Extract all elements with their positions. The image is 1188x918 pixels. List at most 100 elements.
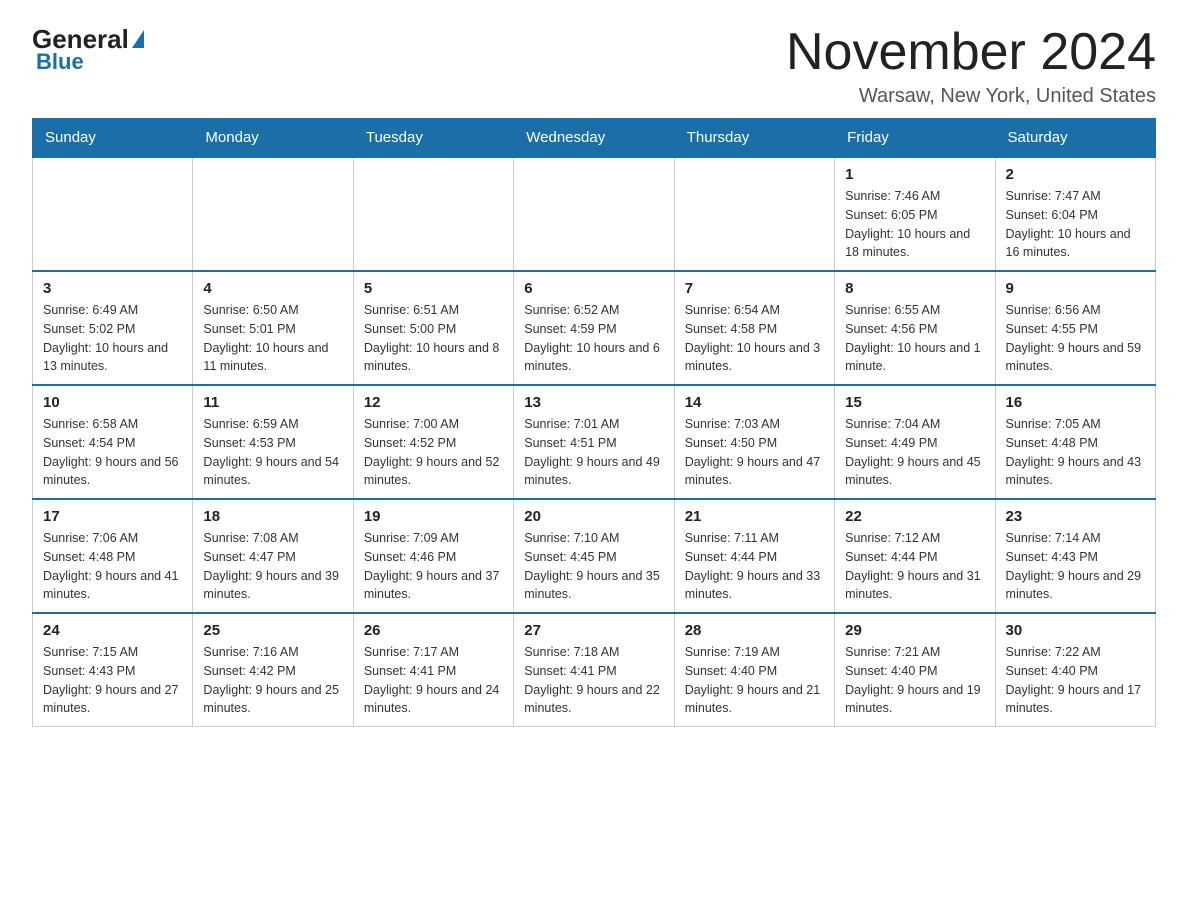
calendar-week-row: 10 Sunrise: 6:58 AMSunset: 4:54 PMDayligh…: [33, 385, 1156, 499]
day-number: 1: [845, 166, 984, 183]
day-number: 27: [524, 622, 663, 639]
day-info: Sunrise: 7:16 AMSunset: 4:42 PMDaylight:…: [203, 643, 342, 718]
day-info: Sunrise: 7:12 AMSunset: 4:44 PMDaylight:…: [845, 529, 984, 604]
day-info: Sunrise: 7:10 AMSunset: 4:45 PMDaylight:…: [524, 529, 663, 604]
day-number: 3: [43, 280, 182, 297]
day-number: 21: [685, 508, 824, 525]
calendar-cell: 7 Sunrise: 6:54 AMSunset: 4:58 PMDaylight…: [674, 271, 834, 385]
day-number: 9: [1006, 280, 1145, 297]
calendar-cell: 25Sunrise: 7:16 AMSunset: 4:42 PMDayligh…: [193, 613, 353, 727]
day-number: 19: [364, 508, 503, 525]
calendar-cell: 6 Sunrise: 6:52 AMSunset: 4:59 PMDaylight…: [514, 271, 674, 385]
day-number: 20: [524, 508, 663, 525]
calendar-cell: 9 Sunrise: 6:56 AMSunset: 4:55 PMDaylight…: [995, 271, 1155, 385]
day-info: Sunrise: 7:22 AMSunset: 4:40 PMDaylight:…: [1006, 643, 1145, 718]
calendar-cell: 15Sunrise: 7:04 AMSunset: 4:49 PMDayligh…: [835, 385, 995, 499]
day-info: Sunrise: 6:56 AMSunset: 4:55 PMDaylight:…: [1006, 301, 1145, 376]
day-number: 4: [203, 280, 342, 297]
month-title: November 2024: [786, 24, 1156, 81]
day-info: Sunrise: 7:03 AMSunset: 4:50 PMDaylight:…: [685, 415, 824, 490]
day-info: Sunrise: 7:06 AMSunset: 4:48 PMDaylight:…: [43, 529, 182, 604]
day-info: Sunrise: 7:47 AMSunset: 6:04 PMDaylight:…: [1006, 187, 1145, 262]
day-number: 2: [1006, 166, 1145, 183]
weekday-header-saturday: Saturday: [995, 119, 1155, 158]
calendar-cell: 11 Sunrise: 6:59 AMSunset: 4:53 PMDayligh…: [193, 385, 353, 499]
day-info: Sunrise: 7:01 AMSunset: 4:51 PMDaylight:…: [524, 415, 663, 490]
weekday-header-tuesday: Tuesday: [353, 119, 513, 158]
location-subtitle: Warsaw, New York, United States: [786, 85, 1156, 108]
calendar-cell: 29 Sunrise: 7:21 AMSunset: 4:40 PMDayligh…: [835, 613, 995, 727]
calendar-cell: 2 Sunrise: 7:47 AMSunset: 6:04 PMDaylight…: [995, 157, 1155, 271]
calendar-cell: 3 Sunrise: 6:49 AMSunset: 5:02 PMDaylight…: [33, 271, 193, 385]
day-info: Sunrise: 7:11 AMSunset: 4:44 PMDaylight:…: [685, 529, 824, 604]
day-info: Sunrise: 6:59 AMSunset: 4:53 PMDaylight:…: [203, 415, 342, 490]
day-number: 17: [43, 508, 182, 525]
weekday-header-friday: Friday: [835, 119, 995, 158]
weekday-header-row: SundayMondayTuesdayWednesdayThursdayFrid…: [33, 119, 1156, 158]
calendar-cell: 16 Sunrise: 7:05 AMSunset: 4:48 PMDayligh…: [995, 385, 1155, 499]
calendar-week-row: 1 Sunrise: 7:46 AMSunset: 6:05 PMDaylight…: [33, 157, 1156, 271]
logo-blue-text: Blue: [32, 49, 84, 75]
calendar-cell: 5 Sunrise: 6:51 AMSunset: 5:00 PMDaylight…: [353, 271, 513, 385]
logo: General Blue: [32, 24, 144, 75]
day-info: Sunrise: 7:14 AMSunset: 4:43 PMDaylight:…: [1006, 529, 1145, 604]
calendar-cell: [33, 157, 193, 271]
calendar-cell: 13 Sunrise: 7:01 AMSunset: 4:51 PMDayligh…: [514, 385, 674, 499]
day-info: Sunrise: 7:08 AMSunset: 4:47 PMDaylight:…: [203, 529, 342, 604]
day-number: 6: [524, 280, 663, 297]
calendar-cell: 26Sunrise: 7:17 AMSunset: 4:41 PMDayligh…: [353, 613, 513, 727]
calendar-cell: [674, 157, 834, 271]
day-info: Sunrise: 6:49 AMSunset: 5:02 PMDaylight:…: [43, 301, 182, 376]
calendar-week-row: 24 Sunrise: 7:15 AMSunset: 4:43 PMDayligh…: [33, 613, 1156, 727]
day-info: Sunrise: 7:18 AMSunset: 4:41 PMDaylight:…: [524, 643, 663, 718]
day-info: Sunrise: 6:54 AMSunset: 4:58 PMDaylight:…: [685, 301, 824, 376]
day-info: Sunrise: 7:15 AMSunset: 4:43 PMDaylight:…: [43, 643, 182, 718]
day-number: 5: [364, 280, 503, 297]
calendar-cell: [514, 157, 674, 271]
day-number: 22: [845, 508, 984, 525]
day-info: Sunrise: 7:21 AMSunset: 4:40 PMDaylight:…: [845, 643, 984, 718]
calendar-cell: 21 Sunrise: 7:11 AMSunset: 4:44 PMDayligh…: [674, 499, 834, 613]
calendar-cell: [193, 157, 353, 271]
title-area: November 2024 Warsaw, New York, United S…: [786, 24, 1156, 108]
weekday-header-sunday: Sunday: [33, 119, 193, 158]
day-info: Sunrise: 7:19 AMSunset: 4:40 PMDaylight:…: [685, 643, 824, 718]
day-info: Sunrise: 6:51 AMSunset: 5:00 PMDaylight:…: [364, 301, 503, 376]
day-number: 16: [1006, 394, 1145, 411]
calendar-cell: 10 Sunrise: 6:58 AMSunset: 4:54 PMDayligh…: [33, 385, 193, 499]
calendar-cell: 17 Sunrise: 7:06 AMSunset: 4:48 PMDayligh…: [33, 499, 193, 613]
calendar-table: SundayMondayTuesdayWednesdayThursdayFrid…: [32, 118, 1156, 727]
weekday-header-monday: Monday: [193, 119, 353, 158]
day-info: Sunrise: 7:05 AMSunset: 4:48 PMDaylight:…: [1006, 415, 1145, 490]
day-number: 18: [203, 508, 342, 525]
day-info: Sunrise: 6:58 AMSunset: 4:54 PMDaylight:…: [43, 415, 182, 490]
day-number: 29: [845, 622, 984, 639]
day-number: 28: [685, 622, 824, 639]
calendar-cell: 24 Sunrise: 7:15 AMSunset: 4:43 PMDayligh…: [33, 613, 193, 727]
day-number: 24: [43, 622, 182, 639]
calendar-cell: 22 Sunrise: 7:12 AMSunset: 4:44 PMDayligh…: [835, 499, 995, 613]
calendar-cell: [353, 157, 513, 271]
day-number: 14: [685, 394, 824, 411]
calendar-cell: 4Sunrise: 6:50 AMSunset: 5:01 PMDaylight…: [193, 271, 353, 385]
day-number: 15: [845, 394, 984, 411]
calendar-cell: 8 Sunrise: 6:55 AMSunset: 4:56 PMDaylight…: [835, 271, 995, 385]
day-number: 13: [524, 394, 663, 411]
calendar-week-row: 17 Sunrise: 7:06 AMSunset: 4:48 PMDayligh…: [33, 499, 1156, 613]
calendar-cell: 1 Sunrise: 7:46 AMSunset: 6:05 PMDaylight…: [835, 157, 995, 271]
day-number: 8: [845, 280, 984, 297]
day-number: 30: [1006, 622, 1145, 639]
calendar-cell: 30 Sunrise: 7:22 AMSunset: 4:40 PMDayligh…: [995, 613, 1155, 727]
calendar-cell: 27 Sunrise: 7:18 AMSunset: 4:41 PMDayligh…: [514, 613, 674, 727]
calendar-cell: 12Sunrise: 7:00 AMSunset: 4:52 PMDayligh…: [353, 385, 513, 499]
day-info: Sunrise: 7:46 AMSunset: 6:05 PMDaylight:…: [845, 187, 984, 262]
day-number: 11: [203, 394, 342, 411]
calendar-week-row: 3 Sunrise: 6:49 AMSunset: 5:02 PMDaylight…: [33, 271, 1156, 385]
day-info: Sunrise: 7:17 AMSunset: 4:41 PMDaylight:…: [364, 643, 503, 718]
day-number: 7: [685, 280, 824, 297]
weekday-header-wednesday: Wednesday: [514, 119, 674, 158]
day-number: 10: [43, 394, 182, 411]
day-info: Sunrise: 6:52 AMSunset: 4:59 PMDaylight:…: [524, 301, 663, 376]
page-header: General Blue November 2024 Warsaw, New Y…: [32, 24, 1156, 108]
day-info: Sunrise: 6:55 AMSunset: 4:56 PMDaylight:…: [845, 301, 984, 376]
